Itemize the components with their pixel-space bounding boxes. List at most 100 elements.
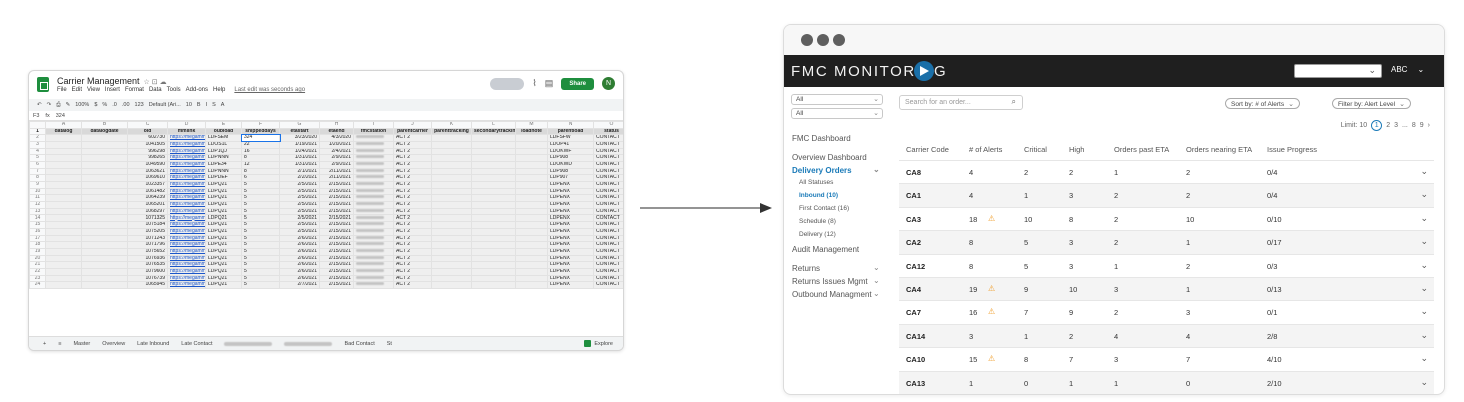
chevron-right-icon[interactable]: ›	[1428, 122, 1430, 129]
redo-icon[interactable]: ↷	[47, 102, 52, 108]
cell-oubload[interactable]: LDPQ21	[205, 187, 242, 196]
cell-oubload[interactable]: LDPQ21	[205, 274, 242, 283]
row-number[interactable]: 8	[29, 174, 46, 182]
cell-loadnote[interactable]	[515, 254, 548, 263]
cell-oubload[interactable]: LDPNNN	[205, 154, 242, 162]
cell-etastart[interactable]: 2/7/2021	[279, 281, 320, 289]
cell-datalogdate[interactable]	[81, 134, 128, 142]
cell-datalog[interactable]	[45, 227, 82, 236]
cell-shippeddays[interactable]: 5	[241, 221, 280, 229]
cell-etastart[interactable]: 2/6/2021	[279, 234, 320, 243]
cell-etaend[interactable]: 2/15/2021	[319, 207, 354, 216]
cell-datalog[interactable]	[45, 247, 82, 256]
share-button[interactable]: Share	[561, 77, 594, 90]
cell-etaend[interactable]: 2/15/2021	[319, 241, 354, 249]
cell-oubload[interactable]: LDOS1L	[205, 140, 242, 149]
cell-oid[interactable]: 1075652	[127, 247, 168, 256]
cell-datalog[interactable]	[45, 134, 82, 142]
subnav-delivery[interactable]: Delivery (12)	[799, 231, 836, 238]
cell-status[interactable]: CONTACT	[593, 201, 623, 209]
cell-etaend[interactable]: 2/15/2021	[319, 194, 354, 203]
cell-redacted[interactable]	[353, 174, 394, 182]
cell-datalog[interactable]	[45, 234, 82, 243]
cell-reference[interactable]: F3	[33, 113, 39, 119]
cell-parenttracking[interactable]	[431, 274, 472, 283]
cell-secondarytracking[interactable]	[471, 234, 516, 243]
cell-secondarytracking[interactable]	[471, 214, 516, 223]
cell-oid[interactable]: 1049590	[127, 160, 168, 169]
cell-shippeddays[interactable]: 5	[241, 201, 280, 209]
cell-shippeddays[interactable]: 5	[241, 234, 280, 243]
cell-status[interactable]: CONTACT	[593, 181, 623, 189]
cell-link[interactable]: https://megamm	[167, 134, 206, 142]
cell-etastart[interactable]: 2/6/2021	[279, 261, 320, 269]
cell-parentcarrier[interactable]: ACT 2	[393, 207, 432, 216]
cell-status[interactable]: CONTACT	[593, 207, 623, 216]
table-row[interactable]: CA14 3 1 2 4 4 2/8 ⌄	[899, 323, 1434, 348]
cell-shippeddays[interactable]: 6	[241, 174, 280, 182]
user-menu[interactable]: ABC ⌄	[1391, 65, 1424, 74]
row-number[interactable]: 6	[29, 160, 46, 169]
cell-redacted[interactable]	[353, 214, 394, 223]
row-number[interactable]: 18	[29, 241, 46, 249]
cell-shippeddays[interactable]: 5	[241, 227, 280, 236]
cell-parentcarrier[interactable]: ACT 2	[393, 254, 432, 263]
cell-parentload[interactable]: LDOKWF	[547, 147, 594, 156]
cell-secondarytracking[interactable]	[471, 227, 516, 236]
row-number[interactable]: 21	[29, 261, 46, 269]
sheet-tab[interactable]: Overview	[102, 341, 125, 347]
cell-loadnote[interactable]	[515, 140, 548, 149]
cell-redacted[interactable]	[353, 181, 394, 189]
cell-etaend[interactable]: 2/15/2021	[319, 187, 354, 196]
cell-loadnote[interactable]	[515, 267, 548, 276]
cell-oid[interactable]: 1076936	[127, 254, 168, 263]
cell-oid[interactable]: 1075184	[127, 221, 168, 229]
nav-returns[interactable]: Returns ⌄	[792, 263, 880, 273]
cell-parentload[interactable]: LDPENX	[547, 201, 594, 209]
cell-parenttracking[interactable]	[431, 160, 472, 169]
cell-oubload[interactable]: LDPQ21	[205, 247, 242, 256]
cell-status[interactable]: CONTACT	[593, 194, 623, 203]
cell-oubload[interactable]: LDPQ21	[205, 254, 242, 263]
cell-redacted[interactable]	[353, 234, 394, 243]
cell-shippeddays[interactable]: 5	[241, 181, 280, 189]
cell-shippeddays[interactable]: 5	[241, 274, 280, 283]
toolbar-control[interactable]: Default (Ari...	[149, 102, 181, 108]
toolbar-control[interactable]: $	[94, 102, 97, 108]
sheet-tab[interactable]: St	[387, 341, 392, 347]
cell-parentload[interactable]: LDPENX	[547, 241, 594, 249]
row-number[interactable]: 3	[29, 140, 46, 149]
row-number[interactable]: 10	[29, 187, 46, 196]
cell-datalog[interactable]	[45, 194, 82, 203]
cell-secondarytracking[interactable]	[471, 147, 516, 156]
subnav-inbound[interactable]: Inbound (10)	[799, 192, 838, 199]
row-number[interactable]: 16	[29, 227, 46, 236]
cell-parenttracking[interactable]	[431, 174, 472, 182]
undo-icon[interactable]: ↶	[37, 102, 42, 108]
toolbar-control[interactable]: 123	[135, 102, 144, 108]
column-header[interactable]: Critical	[1024, 145, 1047, 154]
cell-oubload[interactable]: LDPQ21	[205, 194, 242, 203]
chevron-down-icon[interactable]: ⌄	[1420, 213, 1428, 224]
cell-parentload[interactable]: LDPENX	[547, 267, 594, 276]
table-row[interactable]: CA2 8 5 3 2 1 0/17 ⌄	[899, 230, 1434, 254]
window-dot-icon[interactable]	[833, 34, 845, 46]
cell-redacted[interactable]	[353, 227, 394, 236]
cell-link[interactable]: https://megamm	[167, 167, 206, 176]
cell-datalog[interactable]	[45, 140, 82, 149]
row-number[interactable]: 7	[29, 167, 46, 176]
cell-link[interactable]: https://megamm	[167, 227, 206, 236]
cell-etaend[interactable]: 2/15/2021	[319, 234, 354, 243]
cell-parenttracking[interactable]	[431, 281, 472, 289]
cell-parentcarrier[interactable]: ACT 2	[393, 221, 432, 229]
cell-datalog[interactable]	[45, 154, 82, 162]
cell-parenttracking[interactable]	[431, 140, 472, 149]
chevron-down-icon[interactable]: ⌄	[1420, 377, 1428, 388]
cell-etaend[interactable]: 2/11/2021	[319, 174, 354, 182]
cell-oid[interactable]: 1065945	[127, 281, 168, 289]
page-link[interactable]: 3	[1394, 122, 1398, 129]
cell-datalog[interactable]	[45, 207, 82, 216]
cell-parenttracking[interactable]	[431, 154, 472, 162]
cell-shippeddays[interactable]: 8	[241, 167, 280, 176]
cell-datalog[interactable]	[45, 187, 82, 196]
